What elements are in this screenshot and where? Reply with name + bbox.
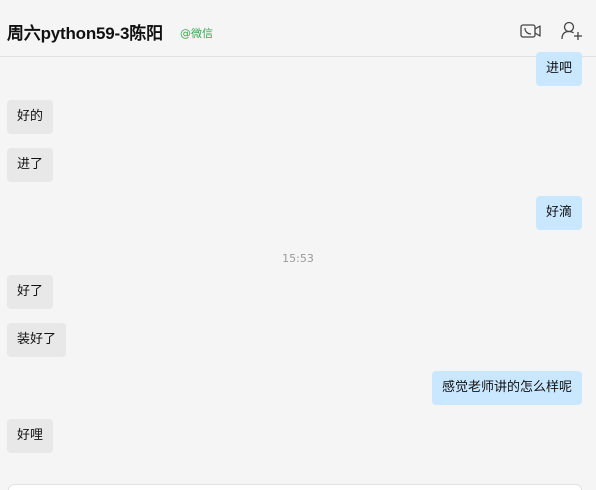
message-incoming[interactable]: 装好了 — [7, 323, 67, 357]
video-call-button[interactable] — [519, 20, 543, 42]
add-member-icon — [561, 21, 582, 40]
video-call-icon — [520, 24, 541, 38]
chat-header: 周六python59-3陈阳 @微信 — [0, 0, 596, 57]
timestamp-separator: 15:53 — [282, 252, 314, 265]
message-outgoing[interactable]: 好滴 — [535, 196, 582, 230]
message-incoming[interactable]: 好了 — [7, 275, 54, 309]
message-input-box[interactable] — [8, 484, 582, 490]
message-incoming[interactable]: 进了 — [7, 148, 54, 182]
message-incoming[interactable]: 好哩 — [7, 419, 54, 453]
message-incoming[interactable]: 好的 — [7, 100, 54, 134]
source-tag: @微信 — [180, 27, 213, 40]
message-outgoing[interactable]: 进吧 — [535, 52, 582, 86]
message-outgoing[interactable]: 感觉老师讲的怎么样呢 — [431, 371, 582, 405]
chat-window: 周六python59-3陈阳 @微信 进吧 好的 进了 好滴 15:53 好了 … — [0, 0, 596, 490]
chat-title: 周六python59-3陈阳 — [7, 24, 163, 43]
add-member-button[interactable] — [560, 20, 584, 42]
